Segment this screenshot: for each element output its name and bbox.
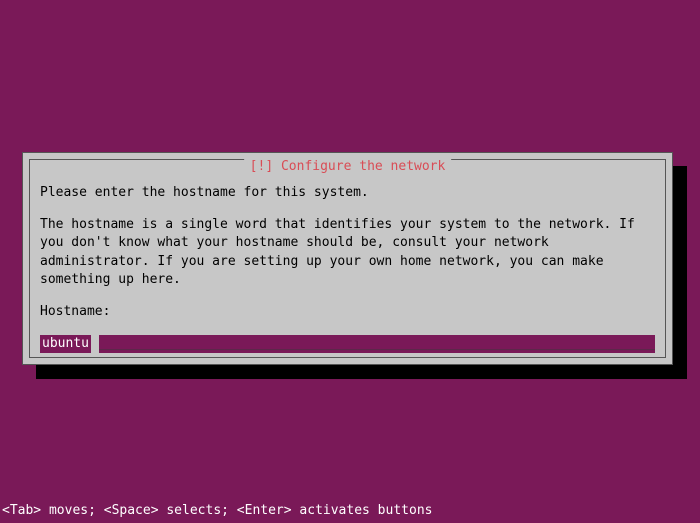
instruction-text: Please enter the hostname for this syste… (40, 184, 655, 202)
footer-help-text: <Tab> moves; <Space> selects; <Enter> ac… (2, 503, 432, 518)
continue-button[interactable]: <Continue> (549, 367, 627, 385)
dialog-border: [!] Configure the network Please enter t… (29, 159, 666, 358)
dialog-title: [!] Configure the network (244, 159, 452, 174)
hostname-value: ubuntu (40, 335, 91, 353)
hostname-input[interactable]: ubuntu __________________________________… (40, 335, 655, 353)
dialog-content: Please enter the hostname for this syste… (40, 184, 655, 347)
configure-network-dialog: [!] Configure the network Please enter t… (22, 152, 673, 365)
go-back-button[interactable]: <Go Back> (68, 367, 138, 385)
help-text: The hostname is a single word that ident… (40, 216, 655, 289)
hostname-label: Hostname: (40, 303, 655, 321)
text-cursor (91, 335, 99, 353)
button-row: <Go Back> <Continue> (40, 367, 655, 385)
input-fill: ________________________________________… (99, 335, 655, 353)
